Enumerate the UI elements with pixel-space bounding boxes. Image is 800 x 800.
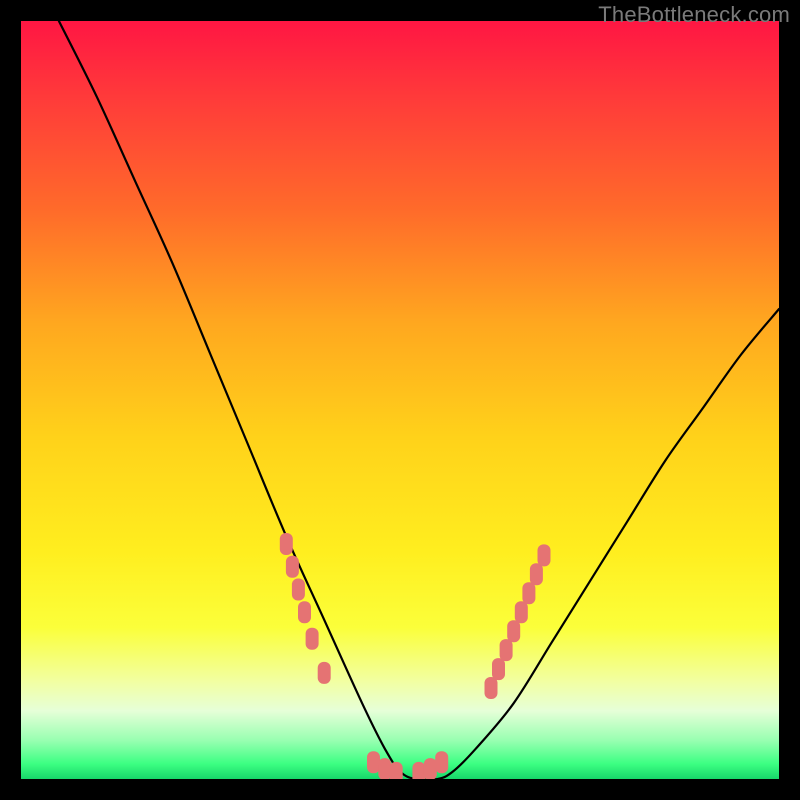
- chart-svg: [21, 21, 779, 779]
- highlight-dot: [424, 758, 437, 779]
- watermark-text: TheBottleneck.com: [598, 2, 790, 28]
- highlight-dot: [292, 579, 305, 601]
- highlight-markers: [280, 533, 551, 779]
- highlight-dot: [492, 658, 505, 680]
- highlight-dot: [522, 582, 535, 604]
- highlight-dot: [530, 563, 543, 585]
- highlight-dot: [390, 762, 403, 779]
- highlight-dot: [298, 601, 311, 623]
- highlight-dot: [318, 662, 331, 684]
- highlight-dot: [286, 556, 299, 578]
- chart-frame: TheBottleneck.com: [0, 0, 800, 800]
- highlight-dot: [485, 677, 498, 699]
- highlight-dot: [412, 762, 425, 779]
- highlight-dot: [367, 751, 380, 773]
- highlight-dot: [500, 639, 513, 661]
- highlight-dot: [435, 751, 448, 773]
- highlight-dot: [538, 544, 551, 566]
- highlight-dot: [507, 620, 520, 642]
- highlight-dot: [306, 628, 319, 650]
- highlight-dot: [378, 758, 391, 779]
- bottleneck-curve-path: [59, 21, 779, 779]
- plot-area: [21, 21, 779, 779]
- highlight-dot: [280, 533, 293, 555]
- highlight-dot: [515, 601, 528, 623]
